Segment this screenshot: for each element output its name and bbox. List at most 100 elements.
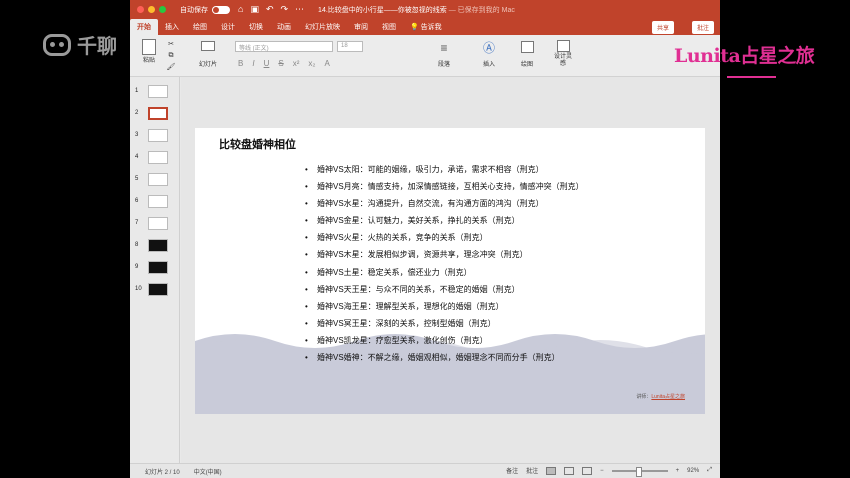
autosave-label: 自动保存 (180, 6, 208, 14)
thumbnail-5[interactable]: 5 (130, 171, 180, 191)
thumbnail-number: 4 (135, 154, 139, 160)
tab-tell-me[interactable]: 💡 告诉我 (403, 22, 449, 35)
cut-icon[interactable]: ✂ (166, 40, 176, 48)
zoom-slider[interactable] (611, 466, 668, 477)
thumbnail-3[interactable]: 3 (130, 127, 180, 147)
underline-icon[interactable]: U (264, 59, 270, 68)
bullet-item: 婚神VS海王星：理解型关系，理想化的婚姻（刑克） (305, 298, 584, 315)
thumbnail-number: 6 (135, 198, 139, 204)
thumbnail-image (148, 217, 168, 230)
bullet-item: 婚神VS木星：发展相似步调，资源共享，理念冲突（刑克） (305, 246, 584, 263)
zoom-out-icon[interactable]: − (600, 468, 604, 474)
zoom-level: 92% (687, 467, 700, 474)
thumbnail-8[interactable]: 8 (130, 237, 180, 257)
share-button[interactable]: 共享 (651, 21, 674, 34)
thumbnail-9[interactable]: 9 (130, 259, 180, 279)
bullet-item: 婚神VS凯龙星：疗愈型关系，激化创伤（刑克） (305, 332, 584, 349)
bullet-item: 婚神VS婚神：不解之缘，婚姻观相似，婚姻理念不同而分手（刑克） (305, 349, 584, 366)
reading-view-icon[interactable] (582, 466, 593, 475)
zoom-in-icon[interactable]: + (676, 468, 680, 474)
tab-design[interactable]: 设计 (214, 22, 242, 35)
slide-counter: 幻灯片 2 / 10 (145, 469, 180, 476)
credit-prefix: 讲师： (636, 394, 652, 400)
tab-view[interactable]: 视图 (375, 22, 403, 35)
fit-window-icon[interactable]: ⤢ (707, 467, 712, 474)
tab-home[interactable]: 开始 (130, 19, 158, 35)
thumbnail-4[interactable]: 4 (130, 149, 180, 169)
tab-review[interactable]: 审阅 (347, 22, 375, 35)
tab-insert[interactable]: 插入 (158, 22, 186, 35)
slide-label: 幻灯片 (198, 62, 217, 68)
slide-layout-icon (201, 41, 215, 51)
bullet-item: 婚神VS月亮：情感支持，加深情感链接，互相关心支持，情感冲突（刑克） (305, 178, 584, 195)
thumbnail-1[interactable]: 1 (130, 83, 180, 103)
ribbon: 粘贴 ✂ ⧉ 🖌 幻灯片 等线 (正文) 18 B I U S x² x₂ A … (130, 35, 720, 77)
font-family-select[interactable]: 等线 (正文) (235, 41, 333, 52)
thumbnail-6[interactable]: 6 (130, 193, 180, 213)
shapes-icon: Ⓐ (482, 41, 495, 55)
tell-me-label: 告诉我 (420, 24, 442, 31)
slide-credit: 讲师：Lunita占星之旅 (636, 393, 685, 400)
redo-icon[interactable]: ↷ (281, 4, 289, 15)
more-icon[interactable]: ⋯ (295, 4, 304, 15)
thumbnail-number: 10 (135, 286, 142, 292)
copy-icon[interactable]: ⧉ (166, 52, 176, 60)
thumbnail-image (148, 173, 168, 186)
undo-icon[interactable]: ↶ (266, 4, 274, 15)
thumbnail-image (148, 151, 168, 164)
paste-label: 粘贴 (142, 58, 155, 64)
tab-draw[interactable]: 绘图 (186, 22, 214, 35)
superscript-icon[interactable]: x² (293, 59, 300, 68)
thumbnail-image (148, 261, 168, 274)
minimize-window-button[interactable] (148, 6, 155, 13)
language-indicator[interactable]: 中文(中国) (194, 467, 222, 476)
document-title: 14.比较盘中的小行星——你被忽视的线索 — 已保存到我的 Mac (318, 5, 515, 15)
autosave-toggle[interactable] (212, 5, 230, 14)
thumbnail-image (148, 195, 168, 208)
new-slide-button[interactable]: 幻灯片 (194, 41, 222, 68)
close-window-button[interactable] (137, 6, 144, 13)
font-size-select[interactable]: 18 (337, 41, 363, 52)
format-painter-icon[interactable]: 🖌 (166, 63, 176, 71)
bullet-list: 婚神VS太阳：可能的姻缘，吸引力，承诺，需求不相容（刑克） 婚神VS月亮：情感支… (305, 161, 584, 366)
tab-animations[interactable]: 动画 (270, 22, 298, 35)
quick-access-toolbar: ⌂ ▣ ↶ ↷ ⋯ (238, 4, 304, 15)
thumbnail-number: 2 (135, 110, 139, 116)
document-name: 14.比较盘中的小行星——你被忽视的线索 (318, 6, 447, 14)
comments-button[interactable]: 批注 (526, 466, 538, 475)
thumbnail-number: 7 (135, 220, 139, 226)
design-ideas-button[interactable]: 设计灵感 (552, 40, 574, 68)
save-icon[interactable]: ▣ (250, 4, 259, 15)
design-ideas-label: 设计灵感 (553, 54, 572, 67)
normal-view-icon[interactable] (546, 466, 557, 475)
tab-slideshow[interactable]: 幻灯片放映 (298, 22, 347, 35)
design-ideas-icon (556, 40, 570, 52)
brand-underline (727, 76, 776, 78)
maximize-window-button[interactable] (159, 6, 166, 13)
notes-button[interactable]: 备注 (506, 466, 518, 475)
brand-overlay: Lunita占星之旅 (674, 45, 815, 67)
sorter-view-icon[interactable] (564, 466, 575, 475)
bullet-item: 婚神VS火星：火热的关系，竞争的关系（刑克） (305, 229, 584, 246)
draw-button[interactable]: 绘图 (513, 41, 541, 68)
strikethrough-icon[interactable]: S (278, 59, 283, 68)
thumbnail-7[interactable]: 7 (130, 215, 180, 235)
bold-icon[interactable]: B (238, 59, 243, 68)
slide[interactable]: 比较盘婚神相位 婚神VS太阳：可能的姻缘，吸引力，承诺，需求不相容（刑克） 婚神… (195, 128, 705, 414)
thumbnail-number: 8 (135, 242, 139, 248)
thumbnail-10[interactable]: 10 (130, 281, 180, 301)
font-color-icon[interactable]: A (324, 59, 329, 68)
subscript-icon[interactable]: x₂ (308, 59, 315, 68)
thumbnail-image (148, 239, 168, 252)
tab-transitions[interactable]: 切换 (242, 22, 270, 35)
home-icon[interactable]: ⌂ (238, 4, 243, 15)
bullet-item: 婚神VS水星：沟通提升，自然交流，有沟通方面的鸿沟（刑克） (305, 195, 584, 212)
insert-label: 插入 (482, 62, 495, 68)
align-icon: ≡ (440, 41, 448, 55)
paste-button[interactable]: 粘贴 (138, 39, 160, 64)
italic-icon[interactable]: I (252, 59, 254, 68)
thumbnail-2[interactable]: 2 (130, 105, 180, 125)
paragraph-button[interactable]: ≡ 段落 (430, 41, 458, 68)
comment-button[interactable]: 批注 (691, 21, 714, 34)
insert-button[interactable]: Ⓐ 插入 (475, 41, 503, 68)
